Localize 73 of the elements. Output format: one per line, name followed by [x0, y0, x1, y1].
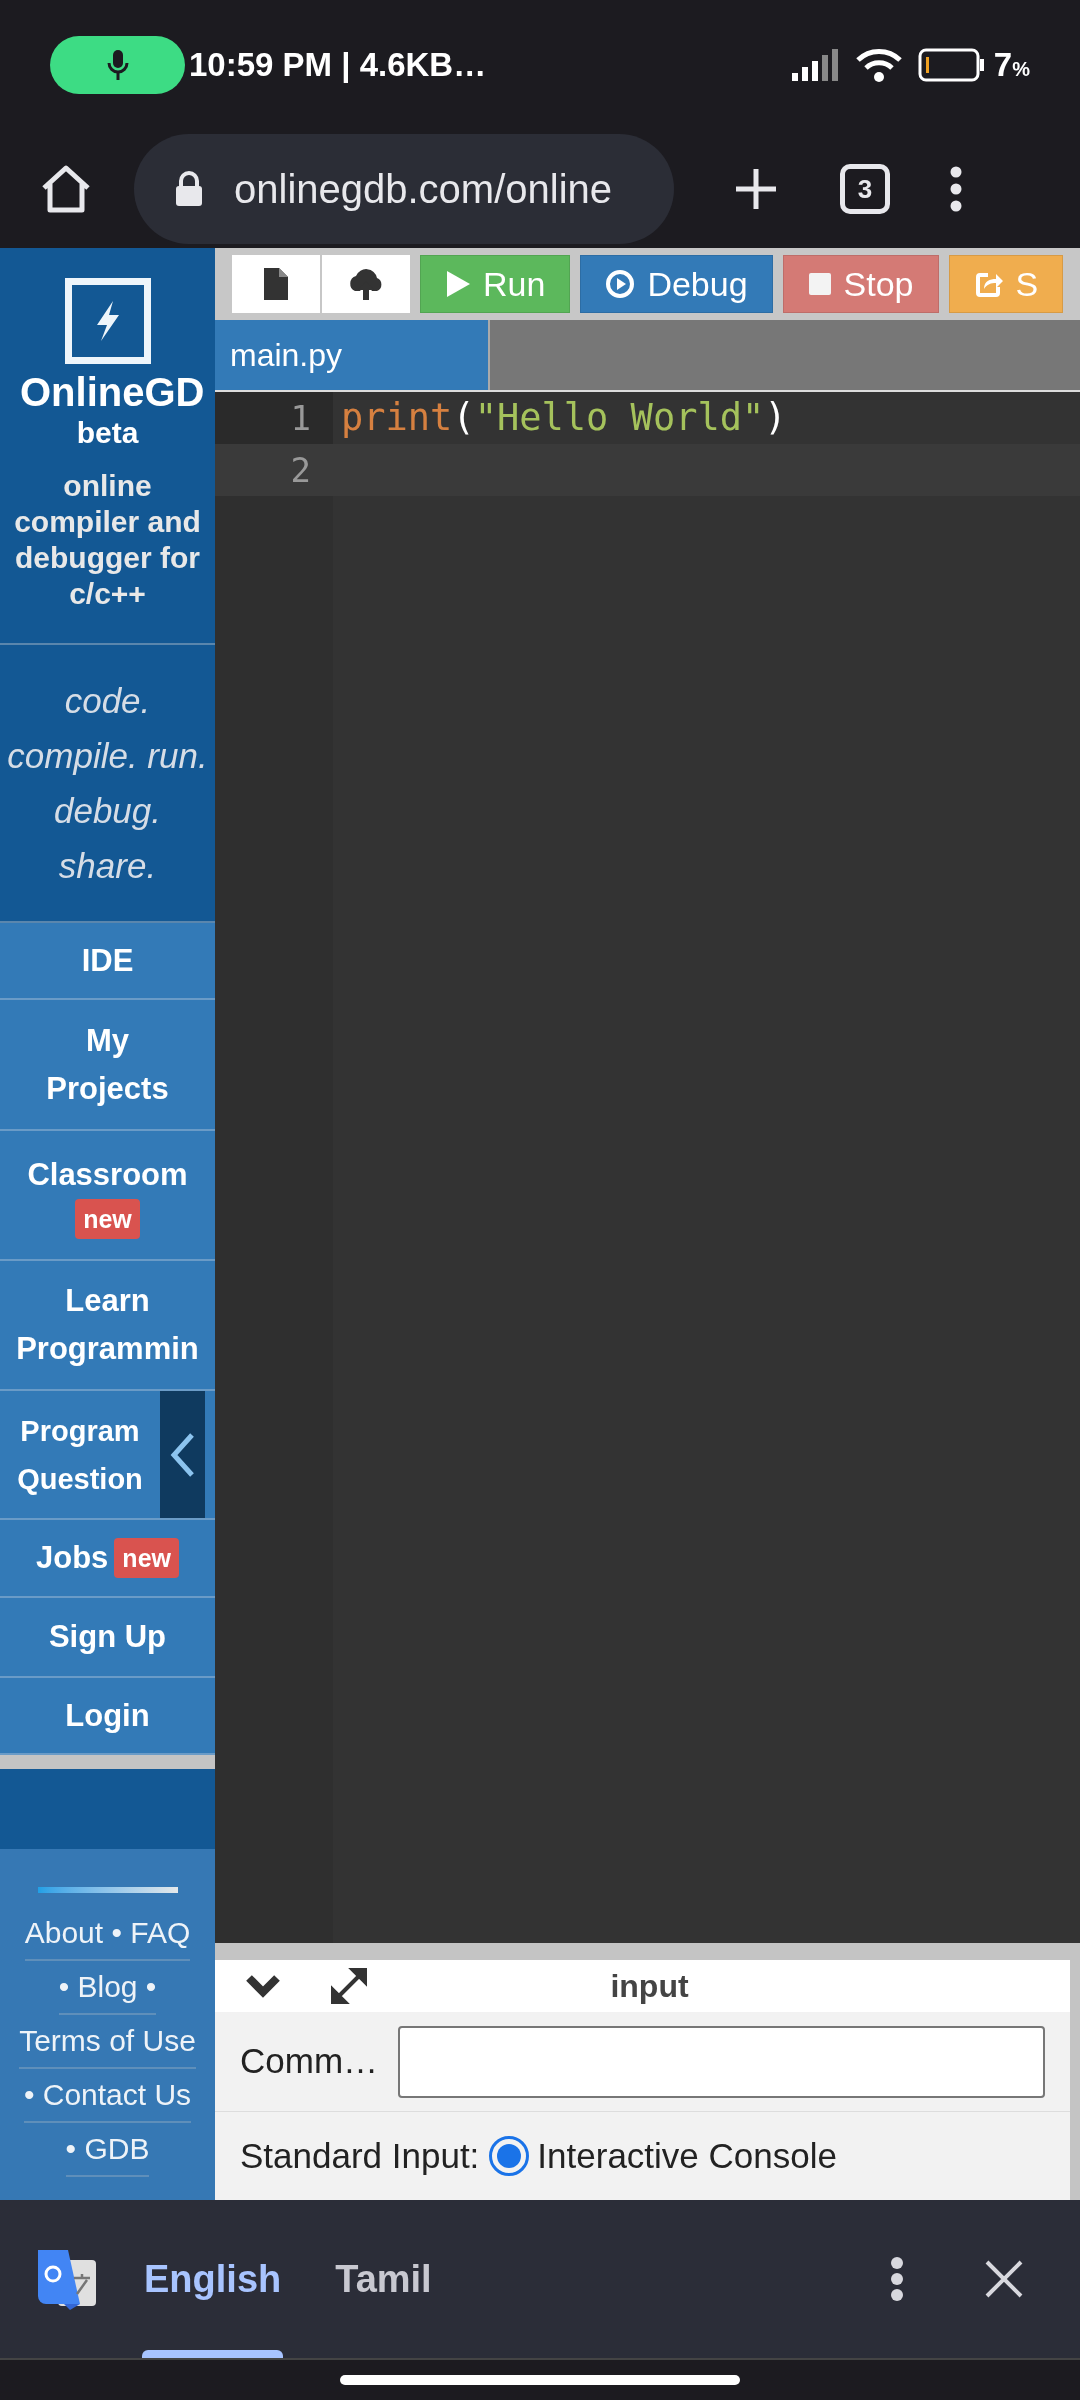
new-tag: new	[75, 1199, 140, 1239]
microphone-icon	[105, 48, 130, 82]
stop-button[interactable]: Stop	[782, 255, 939, 313]
logo-icon	[64, 278, 151, 364]
tagline: online compiler and debugger for c/c++	[13, 468, 202, 612]
play-icon	[445, 270, 471, 298]
nav-item[interactable]: Jobs new	[0, 1520, 215, 1598]
nav-item[interactable]: Learn Programmin	[0, 1261, 215, 1391]
nav-label: IDE	[81, 941, 134, 980]
file-icon	[262, 266, 290, 302]
nav-label: Projects	[46, 1069, 169, 1108]
square-icon	[807, 272, 832, 296]
tab-count[interactable]: 3	[840, 164, 890, 214]
new-tag: new	[114, 1538, 179, 1578]
nav-label: Classroom	[27, 1156, 188, 1194]
line-number: 1	[290, 396, 311, 440]
plus-icon[interactable]	[734, 167, 778, 211]
language-tab[interactable]: Tamil	[333, 2200, 434, 2358]
more-icon[interactable]	[950, 166, 962, 212]
nav-label: Learn	[65, 1282, 150, 1320]
code-line: print("Hello World")	[341, 395, 787, 442]
motto-line: code.	[64, 680, 151, 722]
run-button[interactable]: Run	[420, 255, 571, 313]
command-line-label: Comm…	[240, 2040, 379, 2083]
wifi-icon	[855, 48, 902, 82]
nav-item[interactable]: IDE	[0, 923, 215, 1000]
nav-label: Login	[65, 1696, 150, 1735]
line-number: 2	[290, 448, 311, 492]
close-icon[interactable]	[984, 2259, 1024, 2299]
nav-label: Programmin	[16, 1330, 199, 1368]
battery-icon	[917, 48, 986, 82]
new-file-button[interactable]	[232, 255, 320, 313]
nav-label: Program	[20, 1413, 140, 1449]
nav-item[interactable]: My Projects	[0, 1000, 215, 1131]
language-tab[interactable]: English	[142, 2200, 284, 2358]
radio-option[interactable]: Interactive Console	[489, 2129, 837, 2183]
lock-icon	[174, 171, 204, 207]
nav-label: Jobs	[36, 1539, 109, 1577]
nav-label: My	[85, 1021, 130, 1060]
play-circle-icon	[605, 269, 636, 299]
panel-title: input	[609, 1967, 690, 2006]
motto-line: share.	[58, 845, 157, 887]
collapse-handle[interactable]	[160, 1391, 205, 1518]
nav-label: Question	[17, 1461, 143, 1497]
motto-line: debug.	[53, 790, 162, 832]
footer-link[interactable]: • GDB	[65, 2123, 150, 2177]
nav-item[interactable]: Program Question	[0, 1391, 215, 1520]
more-icon[interactable]	[890, 2256, 904, 2302]
url-text: onlinegdb.com/online	[234, 166, 613, 213]
status-text: 10:59 PM | 4.6KB…	[189, 45, 487, 86]
beta-label: beta	[76, 416, 139, 450]
nav-item[interactable]: Login	[0, 1678, 215, 1755]
upload-button[interactable]	[322, 255, 410, 313]
file-tab[interactable]: main.py	[215, 320, 490, 390]
brand-name: OnlineGD	[20, 369, 205, 416]
nav-item[interactable]: Sign Up	[0, 1598, 215, 1678]
battery-percent: 7%	[993, 45, 1030, 86]
chevron-left-icon	[169, 1431, 196, 1478]
standard-input-label: Standard Input:	[240, 2134, 480, 2177]
chevron-down-icon[interactable]	[245, 1974, 281, 1998]
command-line-field[interactable]	[398, 2025, 1045, 2098]
nav-label: Sign Up	[48, 1618, 167, 1656]
signal-icon	[791, 49, 840, 81]
nav-item[interactable]: Classroom new	[0, 1131, 215, 1261]
footer-link[interactable]: Terms of Use	[19, 2015, 196, 2069]
address-bar[interactable]: onlinegdb.com/online	[134, 134, 674, 244]
expand-icon[interactable]	[329, 1966, 369, 2006]
footer-link[interactable]: About • FAQ	[24, 1907, 191, 1961]
home-icon[interactable]	[40, 164, 92, 214]
motto-line: compile. run.	[7, 735, 208, 777]
footer-link[interactable]: • Blog •	[58, 1961, 157, 2015]
debug-button[interactable]: Debug	[580, 255, 773, 313]
footer-link[interactable]: • Contact Us	[23, 2069, 192, 2123]
